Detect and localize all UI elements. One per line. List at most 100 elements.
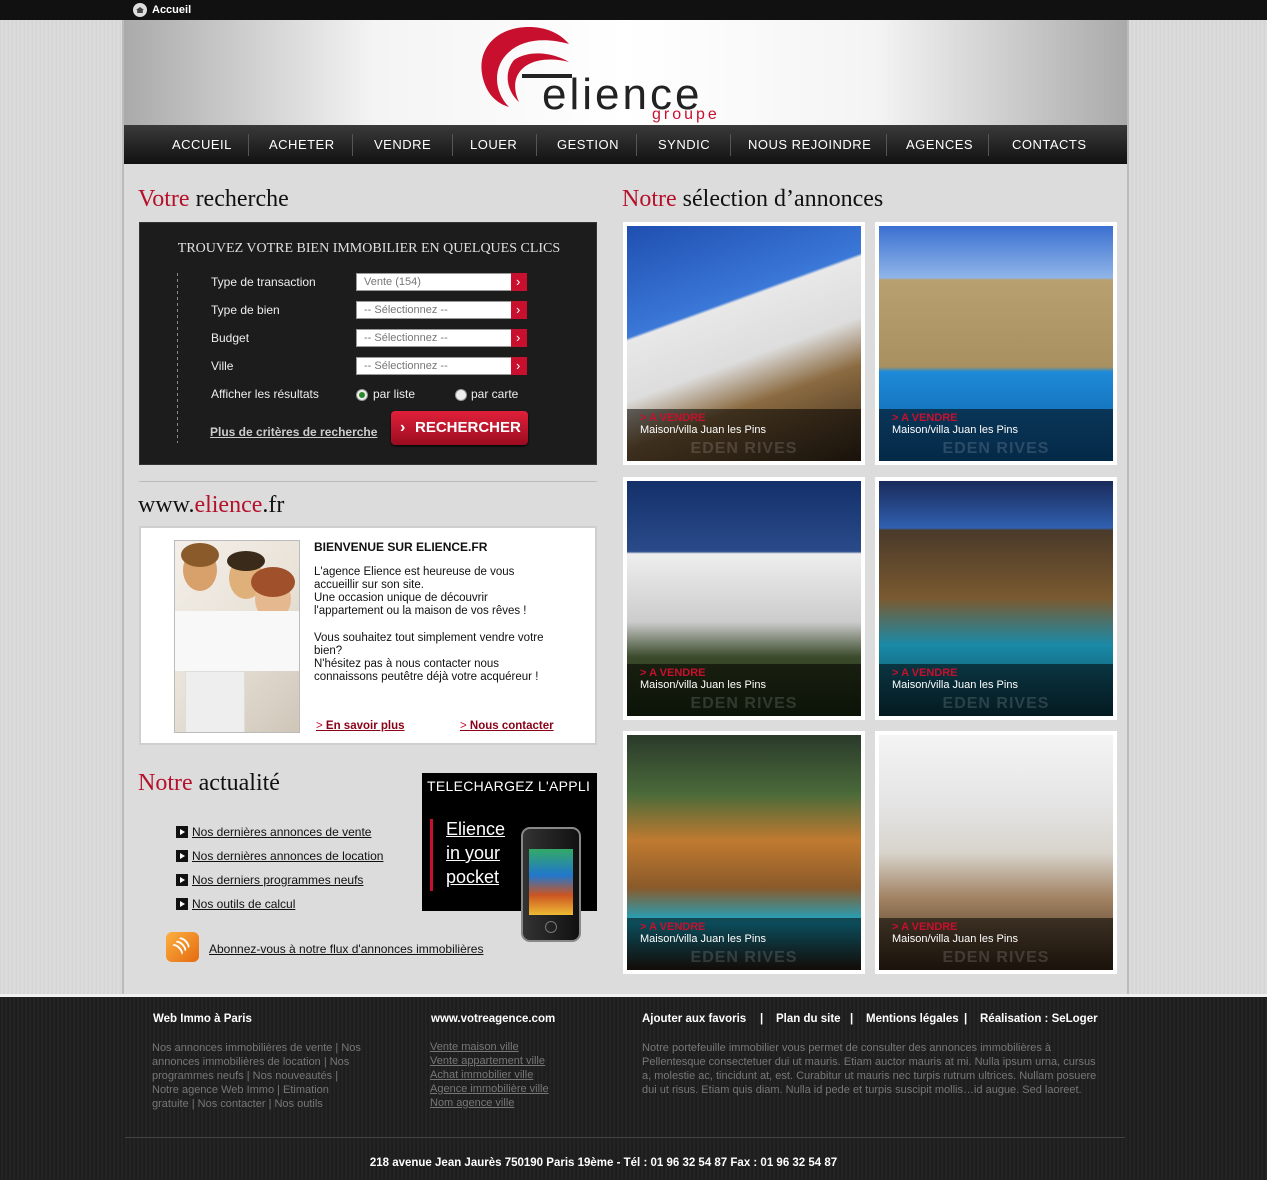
- listing-caption: > A VENDRE Maison/villa Juan les Pins EDEN…: [879, 409, 1113, 461]
- budget-label: Budget: [211, 331, 250, 345]
- listing-photo: > A VENDRE Maison/villa Juan les Pins EDEN…: [879, 735, 1113, 970]
- listing-caption: > A VENDRE Maison/villa Juan les Pins EDEN…: [879, 918, 1113, 970]
- arrow-bullet-icon: [176, 826, 188, 838]
- transaction-select[interactable]: Vente (154): [356, 273, 527, 291]
- listing-description: Maison/villa Juan les Pins: [892, 424, 1018, 436]
- city-select[interactable]: -- Sélectionnez --: [356, 357, 527, 375]
- footer-address: 218 avenue Jean Jaurès 750190 Paris 19èm…: [369, 1157, 838, 1169]
- rss-subscribe-link[interactable]: Abonnez-vous à notre flux d'annonces imm…: [209, 942, 483, 956]
- listing-watermark: EDEN RIVES: [690, 440, 798, 457]
- welcome-paragraph-1: L'agence Elience est heureuse de vous ac…: [314, 566, 527, 617]
- welcome-box: BIENVENUE SUR ELIENCE.FR L'agence Elienc…: [139, 526, 597, 745]
- footer-menu-link[interactable]: Réalisation : SeLoger: [980, 1013, 1098, 1025]
- listing-status: > A VENDRE: [892, 412, 958, 424]
- arrow-bullet-icon: [176, 898, 188, 910]
- footer-menu-link[interactable]: Mentions légales: [866, 1013, 959, 1025]
- nav-item-contacts[interactable]: CONTACTS: [1012, 125, 1087, 164]
- listing-card[interactable]: > A VENDRE Maison/villa Juan les Pins EDEN…: [875, 222, 1117, 465]
- home-icon[interactable]: [133, 3, 147, 17]
- smartphone-icon: [521, 827, 581, 942]
- radio-map-label: par carte: [471, 387, 519, 401]
- listing-card[interactable]: > A VENDRE Maison/villa Juan les Pins EDEN…: [875, 477, 1117, 720]
- property-type-label: Type de bien: [211, 303, 280, 317]
- radio-list-label: par liste: [373, 387, 416, 401]
- logo[interactable]: elience groupe: [474, 22, 774, 123]
- transaction-label: Type de transaction: [211, 275, 316, 289]
- nav-separator: [636, 134, 637, 156]
- nav-item-nous-rejoindre[interactable]: NOUS REJOINDRE: [748, 125, 871, 164]
- news-link[interactable]: Nos dernières annonces de vente: [176, 825, 371, 839]
- footer-menu-link[interactable]: Plan du site: [776, 1013, 841, 1025]
- listing-photo: > A VENDRE Maison/villa Juan les Pins EDEN…: [879, 481, 1113, 716]
- listing-card[interactable]: > A VENDRE Maison/villa Juan les Pins EDEN…: [875, 731, 1117, 974]
- welcome-title: BIENVENUE SUR ELIENCE.FR: [314, 540, 488, 554]
- budget-select[interactable]: -- Sélectionnez --: [356, 329, 527, 347]
- footer-link[interactable]: Vente appartement ville: [430, 1055, 545, 1067]
- nav-separator: [452, 134, 453, 156]
- news-link-label: Nos outils de calcul: [192, 897, 296, 911]
- listings-section-title: Notre sélection d’annonces: [622, 186, 884, 212]
- listing-status: > A VENDRE: [640, 412, 706, 424]
- nav-item-agences[interactable]: AGENCES: [906, 125, 973, 164]
- app-line-1: Elience: [446, 819, 506, 839]
- news-link-label: Nos dernières annonces de vente: [192, 825, 372, 839]
- listing-card[interactable]: > A VENDRE Maison/villa Juan les Pins EDEN…: [623, 222, 865, 465]
- footer-col3-text: Notre portefeuille immobilier vous perme…: [642, 1042, 1097, 1096]
- nav-item-louer[interactable]: LOUER: [470, 125, 517, 164]
- footer-link[interactable]: Nom agence ville: [430, 1097, 514, 1109]
- city-label: Ville: [211, 359, 234, 373]
- search-panel: TROUVEZ VOTRE BIEN IMMOBILIER EN QUELQUE…: [139, 222, 597, 465]
- listing-watermark: EDEN RIVES: [690, 695, 798, 712]
- logo-subtitle: groupe: [652, 106, 720, 123]
- listing-description: Maison/villa Juan les Pins: [640, 679, 766, 691]
- nav-item-acheter[interactable]: ACHETER: [269, 125, 335, 164]
- listing-description: Maison/villa Juan les Pins: [640, 933, 766, 945]
- radio-map[interactable]: [455, 389, 467, 401]
- nav-item-accueil[interactable]: ACCUEIL: [172, 125, 232, 164]
- footer-col2-title: www.votreagence.com: [431, 1013, 556, 1025]
- property-type-select[interactable]: -- Sélectionnez --: [356, 301, 527, 319]
- home-link[interactable]: Accueil: [152, 4, 191, 16]
- listing-card[interactable]: > A VENDRE Maison/villa Juan les Pins EDEN…: [623, 731, 865, 974]
- news-link[interactable]: Nos dernières annonces de location: [176, 849, 383, 863]
- nav-separator: [352, 134, 353, 156]
- nav-item-gestion[interactable]: GESTION: [557, 125, 619, 164]
- top-bar: Accueil: [0, 0, 1267, 20]
- footer-divider: [125, 1137, 1125, 1138]
- arrow-bullet-icon: [176, 850, 188, 862]
- footer-menu-link[interactable]: Ajouter aux favoris: [642, 1013, 746, 1025]
- footer-link[interactable]: Agence immobilière ville: [430, 1083, 549, 1095]
- footer-link[interactable]: Vente maison ville: [430, 1041, 519, 1053]
- listing-caption: > A VENDRE Maison/villa Juan les Pins EDEN…: [627, 409, 861, 461]
- app-line-3: pocket: [446, 867, 500, 887]
- footer-link[interactable]: Achat immobilier ville: [430, 1069, 533, 1081]
- footer-menu-separator: |: [850, 1013, 854, 1025]
- listing-photo: > A VENDRE Maison/villa Juan les Pins EDEN…: [627, 735, 861, 970]
- site-title: www.elience.fr: [138, 492, 285, 518]
- radio-list[interactable]: [356, 389, 368, 401]
- news-link[interactable]: Nos outils de calcul: [176, 897, 295, 911]
- news-section-title: Notre actualité: [138, 770, 280, 796]
- main-nav: ACCUEIL ACHETER VENDRE LOUER GESTION SYNDIC NO…: [124, 125, 1127, 164]
- welcome-paragraph-2: Vous souhaitez tout simplement vendre vo…: [314, 632, 544, 683]
- listing-caption: > A VENDRE Maison/villa Juan les Pins EDEN…: [627, 664, 861, 716]
- learn-more-link[interactable]: En savoir plus: [316, 720, 405, 732]
- listing-card[interactable]: > A VENDRE Maison/villa Juan les Pins EDEN…: [623, 477, 865, 720]
- news-link[interactable]: Nos derniers programmes neufs: [176, 873, 363, 887]
- contact-us-link[interactable]: Nous contacter: [460, 720, 554, 732]
- search-dotted-line: [177, 273, 178, 443]
- news-link-label: Nos derniers programmes neufs: [192, 873, 364, 887]
- nav-item-syndic[interactable]: SYNDIC: [658, 125, 710, 164]
- search-button[interactable]: RECHERCHER: [391, 411, 528, 445]
- nav-item-vendre[interactable]: VENDRE: [374, 125, 431, 164]
- listing-watermark: EDEN RIVES: [942, 949, 1050, 966]
- chevron-right-icon: [511, 357, 527, 375]
- rss-icon[interactable]: [166, 932, 199, 962]
- listing-status: > A VENDRE: [640, 921, 706, 933]
- footer-col1-title: Web Immo à Paris: [153, 1013, 252, 1025]
- app-banner-title: TELECHARGEZ L'APPLI: [427, 778, 591, 794]
- nav-separator: [248, 134, 249, 156]
- more-criteria-link[interactable]: Plus de critères de recherche: [210, 425, 377, 439]
- nav-separator: [730, 134, 731, 156]
- footer: Web Immo à Paris Nos annonces immobilièr…: [0, 994, 1267, 1180]
